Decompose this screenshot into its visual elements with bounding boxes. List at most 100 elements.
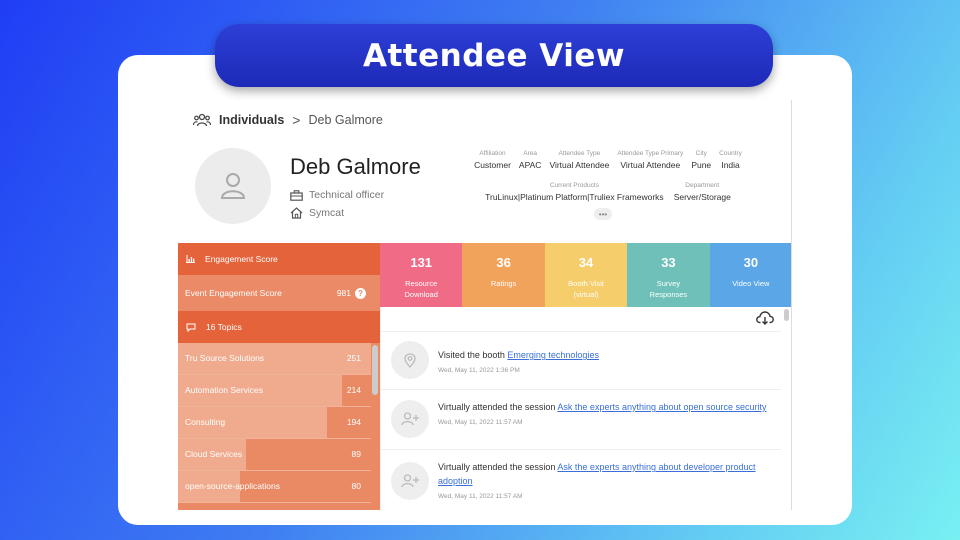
topics-scrollbar[interactable] [372,345,378,395]
attr-label: City [695,150,707,157]
help-icon[interactable]: ? [355,287,366,299]
topic-label: Automation Services [185,385,263,395]
attr-value: Pune [691,160,712,170]
job-title-line: Technical officer [290,189,384,201]
activity-description: Virtually attended the session [438,462,558,472]
activity-date: Wed, May 11, 2022 11:57 AM [438,419,523,426]
attr-value: TruLinux|Platinum Platform|Truliex Frame… [485,192,664,202]
activity-scrollbar[interactable] [784,309,789,321]
stat-value: 33 [661,255,676,270]
topic-label: open-source-applications [185,481,280,491]
attr-country: Country India [719,150,742,170]
activity-feed: Visited the booth Emerging technologies … [380,307,791,510]
topics-list: Tru Source Solutions 251 Automation Servi… [178,343,380,510]
topic-label: Cloud Services [185,449,243,459]
stats-tiles: 131 Resource Download 36 Ratings 34 Booth Vi… [380,243,791,307]
stat-value: 131 [410,255,433,270]
topic-row[interactable]: open-source-applications 80 [178,471,371,503]
attr-attendee-type: Attendee Type Virtual Attendee [549,150,609,170]
attr-label: Area [523,150,538,157]
topic-row[interactable]: Cloud Services 89 [178,439,371,471]
attr-value: Virtual Attendee [620,160,681,170]
stat-resource-download[interactable]: 131 Resource Download [380,243,463,307]
briefcase-icon [290,189,303,201]
stat-value: 30 [743,255,759,270]
topic-label: Tru Source Solutions [185,353,265,363]
avatar [195,148,271,224]
stat-label-line2: Responses [649,290,688,299]
event-engagement-row: Event Engagement Score 981 ? [178,275,380,311]
activity-text: Virtually attended the session Ask the e… [438,460,768,504]
event-engagement-label: Event Engagement Score [185,288,282,298]
attr-value: Customer [474,160,511,170]
attributes-row-1: Affiliation Customer Area APAC Attendee Ty… [458,150,758,170]
topic-count: 194 [346,417,361,427]
event-engagement-score: 981 ? [336,287,366,299]
engagement-score-header: Engagement Score [178,243,380,275]
stat-label-line1: Video View [732,279,770,288]
add-person-icon [391,462,429,500]
chat-icon [186,323,196,332]
activity-link[interactable]: Emerging technologies [507,350,599,360]
slide-title: Attendee View [215,24,773,87]
company-name: Symcat [309,207,345,219]
topic-count: 89 [351,449,361,459]
breadcrumb-current: Deb Galmore [308,113,383,127]
stat-booth-visit[interactable]: 34 Booth Visit (virtual) [544,243,628,307]
activity-description: Visited the booth [438,350,508,360]
bar-chart-icon [186,255,195,263]
more-attributes-button[interactable]: ••• [594,208,612,220]
activity-item: Virtually attended the session Ask the e… [381,449,781,510]
engagement-score-title: Engagement Score [205,254,278,264]
activity-description: Virtually attended the session [438,402,558,412]
activity-link[interactable]: Ask the experts anything about open sour… [557,402,766,412]
event-engagement-value: 981 [336,288,351,298]
attendee-name: Deb Galmore [290,154,421,179]
cloud-download-icon[interactable] [756,311,774,325]
attendee-attributes: Affiliation Customer Area APAC Attendee Ty… [458,150,758,202]
stat-label-line1: Resource [405,279,438,288]
activity-text: Visited the booth Emerging technologies … [438,348,768,378]
activity-date: Wed, May 11, 2022 1:36 PM [438,367,520,374]
stat-label-line1: Booth Visit [568,279,604,288]
attr-value: India [721,160,740,170]
stat-video-view[interactable]: 30 Video View [709,243,791,307]
attr-label: Current Products [549,182,599,189]
stat-survey-responses[interactable]: 33 Survey Responses [627,243,710,307]
stat-value: 36 [496,255,511,270]
attr-current-products: Current Products TruLinux|Platinum Platfo… [485,182,664,202]
breadcrumb: Individuals > Deb Galmore [193,112,383,128]
attr-attendee-type-primary: Attendee Type Primary Virtual Attendee [617,150,683,170]
topics-header: 16 Topics [178,311,380,343]
topic-row[interactable]: Tru Source Solutions 251 [178,343,371,375]
attr-area: Area APAC [519,150,542,170]
activity-item: Visited the booth Emerging technologies … [381,331,781,389]
attendee-screenshot: Individuals > Deb Galmore Deb Galmore Te… [178,100,792,510]
stat-value: 34 [578,255,594,270]
attr-label: Attendee Type Primary [617,150,684,157]
attr-value: Virtual Attendee [549,160,610,170]
attr-label: Country [719,150,742,157]
people-icon [193,113,211,127]
attr-label: Affiliation [479,150,506,157]
topics-title: 16 Topics [206,322,242,332]
job-title: Technical officer [309,189,385,201]
activity-date: Wed, May 11, 2022 11:57 AM [438,493,523,500]
home-icon [290,207,303,219]
attr-value: APAC [518,160,542,170]
attr-affiliation: Affiliation Customer [474,150,511,170]
stat-ratings[interactable]: 36 Ratings [462,243,545,307]
attr-label: Attendee Type [558,150,601,157]
topic-row[interactable]: Consulting 194 [178,407,371,439]
user-placeholder-icon [220,173,246,199]
stat-label-line2: Download [404,290,438,299]
attr-city: City Pune [691,150,711,170]
topic-row[interactable]: Automation Services 214 [178,375,371,407]
attr-label: Department [685,182,720,189]
activity-item: Virtually attended the session Ask the e… [381,389,781,449]
stat-label-line2: (virtual) [573,290,599,299]
breadcrumb-root-link[interactable]: Individuals [219,113,284,127]
attr-department: Department Server/Storage [674,182,731,202]
engagement-panel: Engagement Score Event Engagement Score … [178,243,380,510]
breadcrumb-separator: > [292,112,301,128]
